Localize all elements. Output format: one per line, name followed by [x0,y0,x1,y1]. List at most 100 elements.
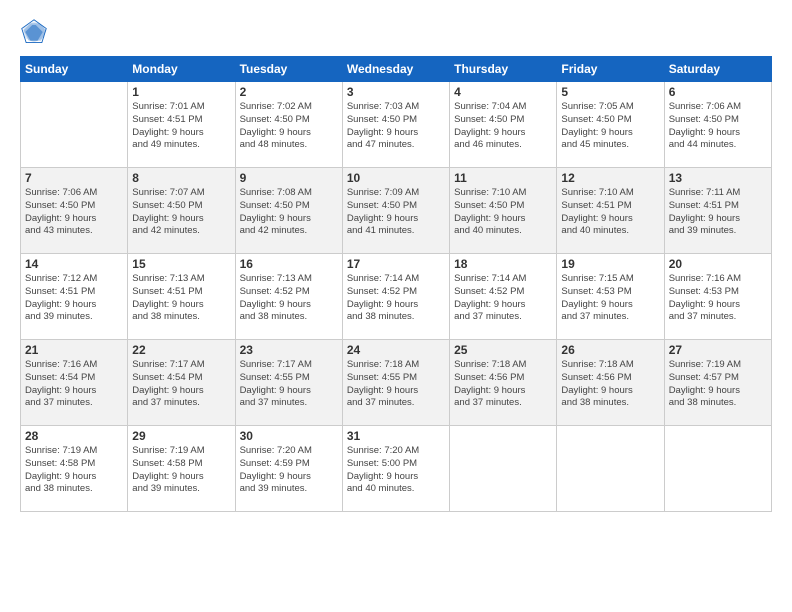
calendar-cell: 4 Sunrise: 7:04 AM Sunset: 4:50 PM Daylig… [450,82,557,168]
page: SundayMondayTuesdayWednesdayThursdayFrid… [0,0,792,612]
calendar-cell: 23 Sunrise: 7:17 AM Sunset: 4:55 PM Dayli… [235,340,342,426]
day-number: 17 [347,257,445,271]
day-info: Sunrise: 7:02 AM Sunset: 4:50 PM Dayligh… [240,101,338,152]
day-info: Sunrise: 7:19 AM Sunset: 4:58 PM Dayligh… [25,445,123,496]
day-number: 1 [132,85,230,99]
day-number: 11 [454,171,552,185]
calendar-week-5: 28 Sunrise: 7:19 AM Sunset: 4:58 PM Dayli… [21,426,772,512]
column-header-thursday: Thursday [450,57,557,82]
column-header-monday: Monday [128,57,235,82]
day-number: 24 [347,343,445,357]
calendar-cell: 12 Sunrise: 7:10 AM Sunset: 4:51 PM Dayli… [557,168,664,254]
calendar-cell [450,426,557,512]
day-info: Sunrise: 7:14 AM Sunset: 4:52 PM Dayligh… [454,273,552,324]
day-info: Sunrise: 7:12 AM Sunset: 4:51 PM Dayligh… [25,273,123,324]
day-number: 9 [240,171,338,185]
day-info: Sunrise: 7:04 AM Sunset: 4:50 PM Dayligh… [454,101,552,152]
calendar-cell: 20 Sunrise: 7:16 AM Sunset: 4:53 PM Dayli… [664,254,771,340]
calendar-header-row: SundayMondayTuesdayWednesdayThursdayFrid… [21,57,772,82]
day-number: 6 [669,85,767,99]
calendar-cell: 24 Sunrise: 7:18 AM Sunset: 4:55 PM Dayli… [342,340,449,426]
calendar-cell: 13 Sunrise: 7:11 AM Sunset: 4:51 PM Dayli… [664,168,771,254]
column-header-saturday: Saturday [664,57,771,82]
day-info: Sunrise: 7:06 AM Sunset: 4:50 PM Dayligh… [25,187,123,238]
day-number: 14 [25,257,123,271]
day-info: Sunrise: 7:20 AM Sunset: 4:59 PM Dayligh… [240,445,338,496]
day-info: Sunrise: 7:01 AM Sunset: 4:51 PM Dayligh… [132,101,230,152]
day-info: Sunrise: 7:14 AM Sunset: 4:52 PM Dayligh… [347,273,445,324]
day-number: 20 [669,257,767,271]
day-info: Sunrise: 7:10 AM Sunset: 4:51 PM Dayligh… [561,187,659,238]
day-number: 5 [561,85,659,99]
day-info: Sunrise: 7:17 AM Sunset: 4:54 PM Dayligh… [132,359,230,410]
day-number: 21 [25,343,123,357]
calendar-cell: 8Sunrise: 7:07 AM Sunset: 4:50 PM Daylig… [128,168,235,254]
day-info: Sunrise: 7:19 AM Sunset: 4:57 PM Dayligh… [669,359,767,410]
day-info: Sunrise: 7:09 AM Sunset: 4:50 PM Dayligh… [347,187,445,238]
day-info: Sunrise: 7:06 AM Sunset: 4:50 PM Dayligh… [669,101,767,152]
calendar-cell [21,82,128,168]
day-number: 16 [240,257,338,271]
calendar-cell: 30Sunrise: 7:20 AM Sunset: 4:59 PM Dayli… [235,426,342,512]
calendar-week-1: 1 Sunrise: 7:01 AM Sunset: 4:51 PM Daylig… [21,82,772,168]
day-number: 15 [132,257,230,271]
calendar-table: SundayMondayTuesdayWednesdayThursdayFrid… [20,56,772,512]
calendar-week-2: 7 Sunrise: 7:06 AM Sunset: 4:50 PM Daylig… [21,168,772,254]
day-number: 29 [132,429,230,443]
calendar-cell: 22Sunrise: 7:17 AM Sunset: 4:54 PM Dayli… [128,340,235,426]
calendar-cell: 9 Sunrise: 7:08 AM Sunset: 4:50 PM Daylig… [235,168,342,254]
day-info: Sunrise: 7:16 AM Sunset: 4:54 PM Dayligh… [25,359,123,410]
calendar-week-3: 14 Sunrise: 7:12 AM Sunset: 4:51 PM Dayli… [21,254,772,340]
day-info: Sunrise: 7:03 AM Sunset: 4:50 PM Dayligh… [347,101,445,152]
day-number: 27 [669,343,767,357]
day-number: 4 [454,85,552,99]
day-number: 10 [347,171,445,185]
calendar-cell [557,426,664,512]
calendar-cell: 19Sunrise: 7:15 AM Sunset: 4:53 PM Dayli… [557,254,664,340]
logo-icon [20,18,48,46]
calendar-cell: 10 Sunrise: 7:09 AM Sunset: 4:50 PM Dayli… [342,168,449,254]
calendar-cell: 6 Sunrise: 7:06 AM Sunset: 4:50 PM Daylig… [664,82,771,168]
day-number: 18 [454,257,552,271]
calendar-cell: 2Sunrise: 7:02 AM Sunset: 4:50 PM Daylig… [235,82,342,168]
calendar-week-4: 21 Sunrise: 7:16 AM Sunset: 4:54 PM Dayli… [21,340,772,426]
logo [20,18,52,46]
calendar-cell: 21 Sunrise: 7:16 AM Sunset: 4:54 PM Dayli… [21,340,128,426]
calendar-cell: 31 Sunrise: 7:20 AM Sunset: 5:00 PM Dayli… [342,426,449,512]
day-number: 31 [347,429,445,443]
day-info: Sunrise: 7:19 AM Sunset: 4:58 PM Dayligh… [132,445,230,496]
day-number: 26 [561,343,659,357]
day-info: Sunrise: 7:17 AM Sunset: 4:55 PM Dayligh… [240,359,338,410]
calendar-cell: 28 Sunrise: 7:19 AM Sunset: 4:58 PM Dayli… [21,426,128,512]
calendar-cell: 15 Sunrise: 7:13 AM Sunset: 4:51 PM Dayli… [128,254,235,340]
header [20,18,772,46]
day-info: Sunrise: 7:18 AM Sunset: 4:56 PM Dayligh… [454,359,552,410]
day-info: Sunrise: 7:08 AM Sunset: 4:50 PM Dayligh… [240,187,338,238]
day-number: 8 [132,171,230,185]
column-header-wednesday: Wednesday [342,57,449,82]
day-info: Sunrise: 7:13 AM Sunset: 4:51 PM Dayligh… [132,273,230,324]
calendar-cell: 16Sunrise: 7:13 AM Sunset: 4:52 PM Dayli… [235,254,342,340]
calendar-cell: 14 Sunrise: 7:12 AM Sunset: 4:51 PM Dayli… [21,254,128,340]
day-number: 28 [25,429,123,443]
day-info: Sunrise: 7:20 AM Sunset: 5:00 PM Dayligh… [347,445,445,496]
day-number: 25 [454,343,552,357]
column-header-friday: Friday [557,57,664,82]
day-number: 12 [561,171,659,185]
day-info: Sunrise: 7:05 AM Sunset: 4:50 PM Dayligh… [561,101,659,152]
day-number: 23 [240,343,338,357]
day-info: Sunrise: 7:11 AM Sunset: 4:51 PM Dayligh… [669,187,767,238]
calendar-cell: 5 Sunrise: 7:05 AM Sunset: 4:50 PM Daylig… [557,82,664,168]
day-info: Sunrise: 7:18 AM Sunset: 4:55 PM Dayligh… [347,359,445,410]
day-info: Sunrise: 7:18 AM Sunset: 4:56 PM Dayligh… [561,359,659,410]
day-number: 7 [25,171,123,185]
day-info: Sunrise: 7:16 AM Sunset: 4:53 PM Dayligh… [669,273,767,324]
calendar-cell: 7 Sunrise: 7:06 AM Sunset: 4:50 PM Daylig… [21,168,128,254]
calendar-cell: 11Sunrise: 7:10 AM Sunset: 4:50 PM Dayli… [450,168,557,254]
calendar-cell: 26 Sunrise: 7:18 AM Sunset: 4:56 PM Dayli… [557,340,664,426]
day-number: 13 [669,171,767,185]
calendar-cell: 1 Sunrise: 7:01 AM Sunset: 4:51 PM Daylig… [128,82,235,168]
day-number: 3 [347,85,445,99]
calendar-cell [664,426,771,512]
calendar-cell: 27 Sunrise: 7:19 AM Sunset: 4:57 PM Dayli… [664,340,771,426]
